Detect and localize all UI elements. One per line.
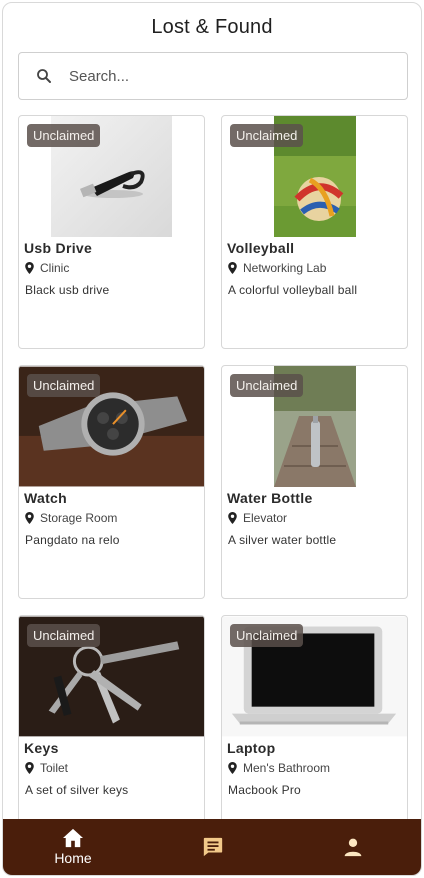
status-badge: Unclaimed xyxy=(230,124,304,147)
location-text: Storage Room xyxy=(40,511,118,525)
status-badge: Unclaimed xyxy=(230,374,304,397)
search-bar[interactable] xyxy=(18,52,408,100)
location-pin-icon xyxy=(228,512,237,524)
home-icon xyxy=(63,828,83,848)
item-description: A set of silver keys xyxy=(25,783,129,797)
person-icon xyxy=(344,838,362,857)
search-input[interactable] xyxy=(69,67,369,85)
nav-home-label: Home xyxy=(54,850,92,866)
item-description: A silver water bottle xyxy=(228,533,337,547)
item-name: Laptop xyxy=(227,740,276,756)
location-pin-icon xyxy=(25,762,34,774)
item-description: Macbook Pro xyxy=(228,783,301,797)
item-card[interactable]: Unclaimed Laptop Men's Bathroom Macbook … xyxy=(221,615,408,849)
app-frame: Lost & Found Unclaimed Usb Drive Cl xyxy=(2,2,422,876)
location-text: Toilet xyxy=(40,761,69,775)
item-description: Black usb drive xyxy=(25,283,110,297)
status-badge: Unclaimed xyxy=(27,124,101,147)
item-description: A colorful volleyball ball xyxy=(228,283,358,297)
item-card[interactable]: Unclaimed Usb Drive Clinic Black usb dri… xyxy=(18,115,205,349)
status-badge: Unclaimed xyxy=(27,624,101,647)
location-text: Clinic xyxy=(40,261,70,275)
item-location: Toilet xyxy=(25,761,68,775)
item-name: Water Bottle xyxy=(227,490,313,506)
status-badge: Unclaimed xyxy=(230,624,304,647)
item-card[interactable]: Unclaimed Keys Toilet A set of silver ke… xyxy=(18,615,205,849)
item-name: Watch xyxy=(24,490,67,506)
search-icon xyxy=(37,69,51,83)
item-location: Elevator xyxy=(228,511,287,525)
item-card[interactable]: Unclaimed Volleyball Networking Lab A co… xyxy=(221,115,408,349)
item-location: Men's Bathroom xyxy=(228,761,330,775)
item-name: Usb Drive xyxy=(24,240,93,256)
item-location: Networking Lab xyxy=(228,261,326,275)
nav-home[interactable]: Home xyxy=(3,819,143,875)
nav-profile[interactable] xyxy=(283,819,421,875)
status-badge: Unclaimed xyxy=(27,374,101,397)
item-location: Storage Room xyxy=(25,511,117,525)
item-card[interactable]: Unclaimed Watch Storage Room Pangdato na… xyxy=(18,365,205,599)
location-text: Men's Bathroom xyxy=(243,761,330,775)
location-pin-icon xyxy=(25,262,34,274)
location-pin-icon xyxy=(228,262,237,274)
chat-icon xyxy=(203,837,223,857)
page-title: Lost & Found xyxy=(151,16,273,38)
item-name: Volleyball xyxy=(227,240,295,256)
location-text: Networking Lab xyxy=(243,261,327,275)
nav-messages[interactable] xyxy=(143,819,283,875)
item-card[interactable]: Unclaimed Water Bottle Elevator A silver… xyxy=(221,365,408,599)
item-name: Keys xyxy=(24,740,59,756)
bottom-nav: Home xyxy=(3,819,421,875)
location-pin-icon xyxy=(228,762,237,774)
item-location: Clinic xyxy=(25,261,69,275)
item-description: Pangdato na relo xyxy=(25,533,120,547)
location-pin-icon xyxy=(25,512,34,524)
location-text: Elevator xyxy=(243,511,288,525)
